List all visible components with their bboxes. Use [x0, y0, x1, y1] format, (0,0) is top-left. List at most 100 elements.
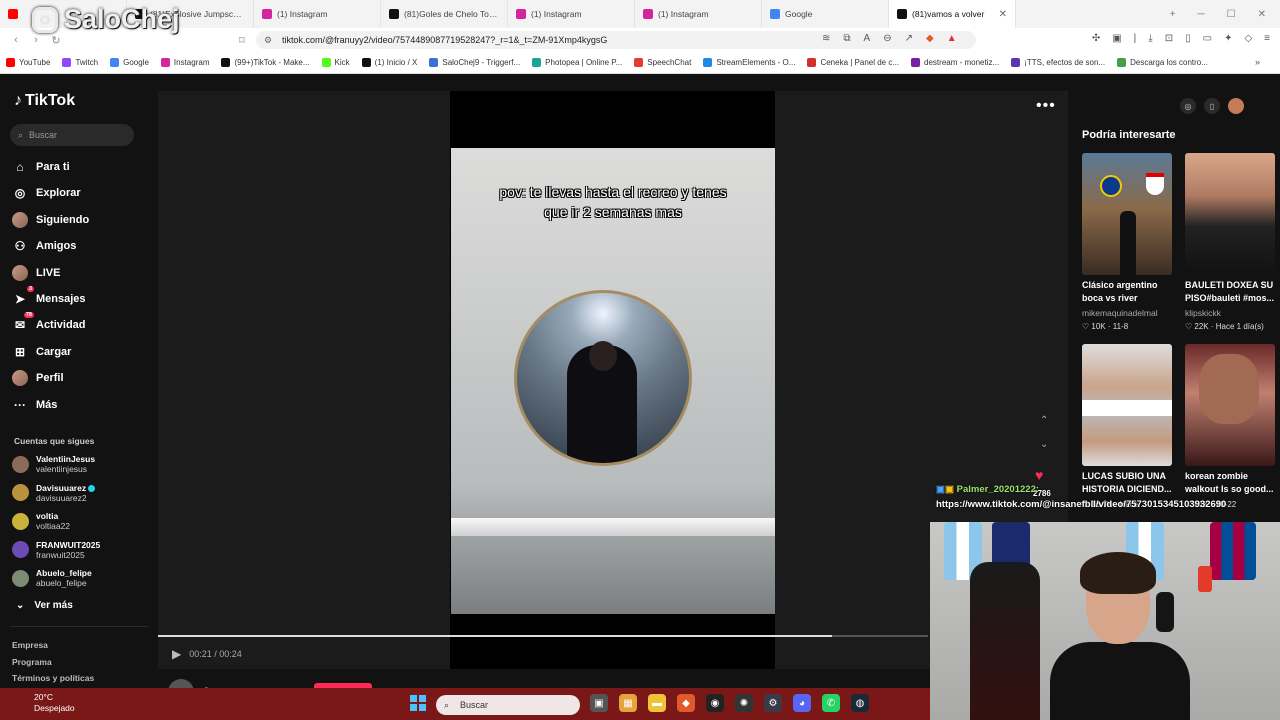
search-input[interactable]: ⌕ Buscar [10, 124, 134, 146]
browser-tab[interactable]: (81)vamos a volver ✕ [889, 0, 1016, 28]
bookmark-icon[interactable]: ⌑ [232, 34, 252, 47]
nav-item-más[interactable]: ··· Más [12, 397, 57, 413]
play-icon[interactable]: ▶ [172, 647, 181, 661]
bookmark-favicon-icon [703, 58, 713, 67]
bookmark-item[interactable]: Ceneka | Panel de c... [807, 58, 899, 67]
card-author[interactable]: mikemaquinadelmal [1082, 308, 1172, 318]
forward-icon[interactable]: › [26, 34, 46, 46]
tiktok-logo-text: TikTok [25, 92, 76, 109]
ai-icon[interactable]: ✦ [1224, 33, 1232, 44]
minimize-icon[interactable]: ─ [1198, 9, 1205, 20]
discord-icon[interactable]: ◕ [793, 694, 811, 712]
nav-item-actividad[interactable]: ✉ 78 Actividad [12, 312, 86, 333]
video-progress-track[interactable] [158, 635, 928, 637]
steam-icon[interactable]: ◍ [851, 694, 869, 712]
bookmark-item[interactable]: StreamElements - O... [703, 58, 795, 67]
followed-account[interactable]: Abuelo_felipe abuelo_felipe [12, 568, 92, 588]
obs-icon[interactable]: ◉ [706, 694, 724, 712]
card-author[interactable]: klipskickk [1185, 308, 1275, 318]
bookmark-item[interactable]: destream - monetiz... [911, 58, 999, 67]
followed-account[interactable]: Davisuuarez davisuuarez2 [12, 483, 96, 503]
zoom-icon[interactable]: ⊖ [883, 33, 891, 44]
weather-widget[interactable]: 20°C Despejado [34, 692, 75, 714]
nav-item-perfil[interactable]: Perfil [12, 370, 64, 387]
screenshot-icon[interactable]: ⊡ [1165, 33, 1173, 44]
footer-link-empresa[interactable]: Empresa [12, 640, 48, 650]
ver-mas-button[interactable]: ⌄ Ver más [16, 600, 73, 611]
file-explorer-icon[interactable]: ▬ [648, 694, 666, 712]
followed-account[interactable]: voltia voltiaa22 [12, 511, 70, 531]
extensions-icon[interactable]: ✣ [1092, 33, 1100, 44]
bookmark-item[interactable]: (1) Inicio / X [361, 58, 417, 67]
maximize-icon[interactable]: ☐ [1227, 9, 1236, 20]
device-icon[interactable]: ▯ [1204, 98, 1220, 114]
nav-item-live[interactable]: LIVE [12, 264, 60, 281]
browser-tab[interactable]: Google [762, 0, 889, 28]
browser-tab[interactable]: (1) Instagram [508, 0, 635, 28]
rewards-icon[interactable]: ▲ [947, 33, 957, 44]
app-icon[interactable]: ✺ [735, 694, 753, 712]
previous-video-icon[interactable]: ⌃ [1040, 415, 1048, 426]
next-video-icon[interactable]: ⌄ [1040, 439, 1048, 450]
task-view-icon[interactable]: ▣ [590, 694, 608, 712]
store-icon[interactable]: ▦ [619, 694, 637, 712]
bookmark-item[interactable]: Kick [321, 58, 350, 67]
reader-icon[interactable]: ≋ [822, 33, 830, 44]
bookmark-item[interactable]: YouTube [6, 58, 50, 67]
nav-item-amigos[interactable]: ⚇ Amigos [12, 238, 77, 254]
video-frame[interactable]: pov: te llevas hasta el recreo y tenes q… [451, 148, 775, 614]
sidebar-icon[interactable]: ▯ [1185, 33, 1191, 44]
bookmark-item[interactable]: Photopea | Online P... [532, 58, 622, 67]
nav-item-para-ti[interactable]: ⌂ Para ti [12, 159, 69, 175]
menu-icon[interactable]: ≡ [1264, 33, 1270, 44]
close-tab-icon[interactable]: ✕ [999, 9, 1007, 20]
nav-item-mensajes[interactable]: ➤ 3 Mensajes [12, 286, 86, 307]
new-tab-icon[interactable]: + [1170, 9, 1176, 20]
bookmark-item[interactable]: Instagram [160, 58, 209, 67]
tiktok-logo[interactable]: ♪ TikTok [14, 92, 75, 110]
site-info-icon[interactable]: ⚙ [264, 35, 272, 46]
wallet-icon[interactable]: ▣ [1112, 33, 1121, 44]
bookmark-item[interactable]: Twitch [62, 58, 98, 67]
bookmark-item[interactable]: Descarga los contro... [1117, 58, 1208, 67]
more-bookmarks-icon[interactable]: » [1255, 57, 1260, 67]
recommended-card[interactable]: BAULETI DOXEA SU PISO#bauleti #mos... kl… [1185, 153, 1275, 331]
whatsapp-icon[interactable]: ✆ [822, 694, 840, 712]
like-heart-icon[interactable]: ♥ [1035, 467, 1043, 483]
reload-icon[interactable]: ↻ [46, 34, 66, 47]
bookmark-item[interactable]: Google [110, 58, 149, 67]
vpn-icon[interactable]: ◇ [1244, 33, 1252, 44]
open-in-app-icon[interactable]: ⧉ [843, 33, 850, 44]
more-options-icon[interactable]: ••• [1036, 97, 1056, 115]
nav-item-cargar[interactable]: ⊞ Cargar [12, 344, 72, 360]
footer-link-terminos[interactable]: Términos y políticas [12, 673, 94, 683]
followed-account[interactable]: FRANWUIT2025 franwuit2025 [12, 540, 100, 560]
bookmark-item[interactable]: (99+)TikTok - Make... [221, 58, 310, 67]
settings-icon[interactable]: ⚙ [764, 694, 782, 712]
browser-tab[interactable]: (1) Instagram [254, 0, 381, 28]
share-icon[interactable]: ↗ [905, 33, 913, 44]
explore-icon[interactable]: ◎ [1180, 98, 1196, 114]
brave-shield-icon[interactable]: ◆ [926, 33, 934, 44]
browser-tab[interactable]: (1) Instagram [635, 0, 762, 28]
footer-link-programa[interactable]: Programa [12, 657, 52, 667]
wallet-alt-icon[interactable]: ▭ [1203, 33, 1212, 44]
sidebar-divider [10, 626, 148, 627]
close-window-icon[interactable]: ✕ [1258, 9, 1266, 20]
bookmark-item[interactable]: SpeechChat [634, 58, 691, 67]
back-icon[interactable]: ‹ [6, 34, 26, 46]
browser-tab[interactable]: (81)Goles de Chelo Torres [381, 0, 508, 28]
brave-icon[interactable]: ◆ [677, 694, 695, 712]
start-button-icon[interactable] [410, 695, 426, 711]
recommended-card[interactable]: Clásico argentino boca vs river mikemaqu… [1082, 153, 1172, 331]
nav-item-siguiendo[interactable]: Siguiendo [12, 211, 89, 228]
bookmark-item[interactable]: SaloChej9 - Triggerf... [429, 58, 520, 67]
nav-item-explorar[interactable]: ◎ Explorar [12, 185, 81, 201]
profile-avatar-icon[interactable] [1228, 98, 1244, 114]
taskbar-search[interactable]: ⌕ Buscar [436, 695, 580, 715]
translate-icon[interactable]: A [864, 33, 871, 44]
downloads-icon[interactable]: ⤓ [1148, 33, 1152, 44]
tab-title: (1) Instagram [531, 9, 582, 19]
followed-account[interactable]: ValentiinJesus valentiinjesus [12, 454, 95, 474]
bookmark-item[interactable]: ¡TTS, efectos de son... [1011, 58, 1105, 67]
